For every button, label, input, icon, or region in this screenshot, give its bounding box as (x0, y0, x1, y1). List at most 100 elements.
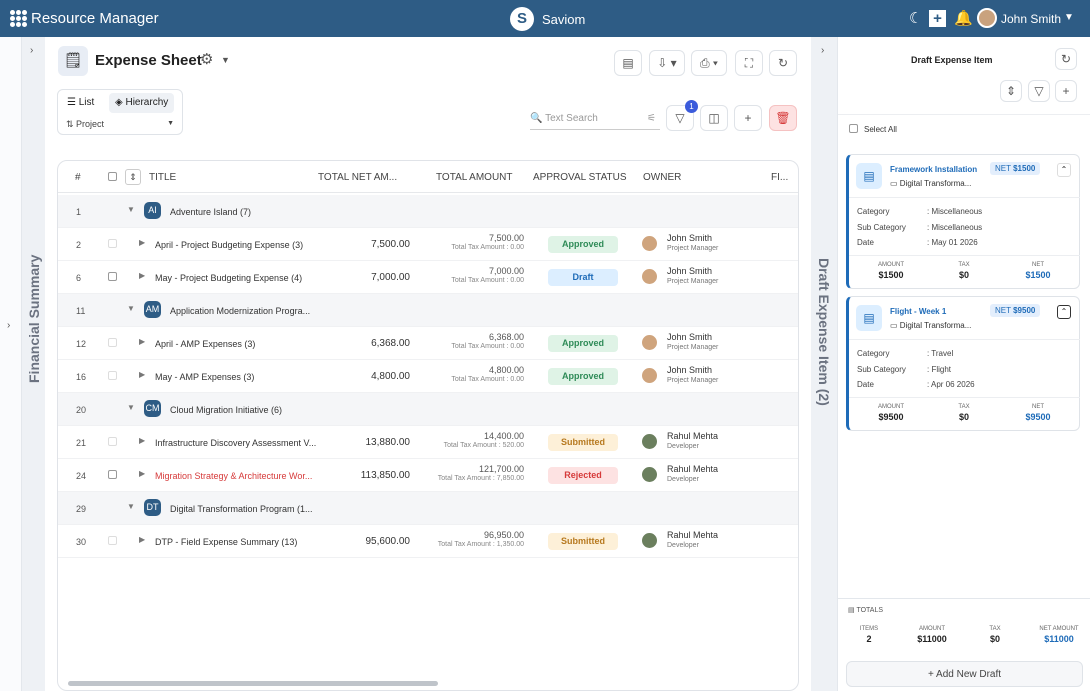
apps-grid-icon[interactable] (10, 10, 27, 27)
tab-list[interactable]: ☰ List (61, 93, 100, 113)
row-title[interactable]: April - Project Budgeting Expense (3) (155, 240, 303, 250)
horizontal-scrollbar[interactable] (68, 681, 438, 686)
row-checkbox[interactable] (108, 437, 117, 446)
financial-summary-rail[interactable]: › Financial Summary (22, 37, 45, 691)
expand-down-icon[interactable]: ▼ (127, 205, 135, 214)
select-all-checkbox[interactable] (849, 124, 858, 133)
draft-card[interactable]: ▤ Flight - Week 1 NET $9500 ⌃ ▭ Digital … (846, 296, 1080, 431)
export-button[interactable]: ⇩ ▾ (649, 50, 685, 76)
expand-right-icon[interactable]: ▶ (139, 370, 145, 379)
row-checkbox[interactable] (108, 536, 117, 545)
refresh-button[interactable]: ↻ (1055, 48, 1077, 70)
avatar[interactable] (977, 8, 997, 28)
table-row[interactable]: 30 ▶ DTP - Field Expense Summary (13) 95… (58, 525, 798, 558)
chevron-right-icon[interactable]: › (7, 320, 10, 331)
draft-item-name[interactable]: Framework Installation (890, 165, 977, 174)
row-checkbox[interactable] (108, 338, 117, 347)
list-icon: ☰ (67, 97, 79, 108)
bell-icon[interactable]: 🔔 (954, 9, 973, 27)
col-approval-status[interactable]: APPROVAL STATUS (533, 172, 627, 183)
status-badge: Approved (548, 335, 618, 352)
row-amount: 121,700.00 Total Tax Amount : 7,850.00 (437, 464, 524, 482)
pdf-button[interactable]: ▤ (614, 50, 642, 76)
expand-right-icon[interactable]: ▶ (139, 337, 145, 346)
left-collapse-rail[interactable]: › (0, 37, 22, 691)
expand-right-icon[interactable]: ▶ (139, 271, 145, 280)
gear-icon[interactable]: ⚙ (200, 50, 213, 68)
expand-right-icon[interactable]: ▶ (139, 469, 145, 478)
row-net: 7,500.00 (371, 239, 410, 250)
chevron-up-icon[interactable]: ⌃ (1057, 305, 1071, 319)
row-title[interactable]: April - AMP Expenses (3) (155, 339, 255, 349)
add-button[interactable]: + (734, 105, 762, 131)
row-checkbox[interactable] (108, 371, 117, 380)
expand-right-icon[interactable]: ▶ (139, 535, 145, 544)
table-row[interactable]: 21 ▶ Infrastructure Discovery Assessment… (58, 426, 798, 459)
table-row[interactable]: 24 ▶ Migration Strategy & Architecture W… (58, 459, 798, 492)
group-row[interactable]: 1 ▼ AI Adventure Island (7) (58, 195, 798, 228)
row-title[interactable]: May - Project Budgeting Expense (4) (155, 273, 302, 283)
chevron-right-icon[interactable]: › (30, 45, 33, 56)
col-owner[interactable]: OWNER (643, 172, 681, 183)
row-title[interactable]: May - AMP Expenses (3) (155, 372, 254, 382)
tab-hierarchy[interactable]: ◈ Hierarchy (109, 93, 175, 113)
sliders-icon[interactable]: ⚟ (647, 108, 656, 130)
filter-count-badge: 1 (685, 100, 698, 113)
row-title[interactable]: Migration Strategy & Architecture Wor... (155, 471, 312, 481)
expand-down-icon[interactable]: ▼ (127, 502, 135, 511)
row-checkbox[interactable] (108, 239, 117, 248)
owner-role: Project Manager (667, 377, 719, 384)
chevron-up-icon[interactable]: ⌃ (1057, 163, 1071, 177)
draft-expense-rail[interactable]: › Draft Expense Item (2) (811, 37, 837, 691)
filter-button[interactable]: ▽ (1028, 80, 1050, 102)
delete-button[interactable]: 🗑 (769, 105, 797, 131)
print-button[interactable]: ⎙ ▾ (691, 50, 727, 76)
table-row[interactable]: 16 ▶ May - AMP Expenses (3) 4,800.00 4,8… (58, 360, 798, 393)
select-all-checkbox[interactable] (108, 172, 117, 181)
draft-card[interactable]: ▤ Framework Installation NET $1500 ⌃ ▭ D… (846, 154, 1080, 289)
table-header: # ⇕ TITLE TOTAL NET AM... TOTAL AMOUNT A… (58, 161, 798, 193)
sort-icon[interactable]: ⇕ (125, 169, 141, 185)
table-row[interactable]: 6 ▶ May - Project Budgeting Expense (4) … (58, 261, 798, 294)
col-title[interactable]: TITLE (149, 172, 176, 183)
expand-right-icon[interactable]: ▶ (139, 436, 145, 445)
moon-icon[interactable]: ☾ (909, 9, 922, 27)
chevron-down-icon[interactable]: ▼ (1064, 12, 1074, 23)
table-row[interactable]: 2 ▶ April - Project Budgeting Expense (3… (58, 228, 798, 261)
group-row[interactable]: 29 ▼ DT Digital Transformation Program (… (58, 492, 798, 525)
add-new-draft-button[interactable]: + Add New Draft (846, 661, 1083, 687)
avatar (642, 368, 657, 383)
folder-icon: ▭ (890, 179, 900, 188)
columns-button[interactable]: ◫ (700, 105, 728, 131)
search-icon: 🔍 (530, 113, 546, 124)
search-input[interactable]: 🔍 Text Search ⚟ (530, 108, 660, 130)
col-total-net[interactable]: TOTAL NET AM... (318, 172, 397, 183)
group-row[interactable]: 20 ▼ CM Cloud Migration Initiative (6) (58, 393, 798, 426)
col-fi[interactable]: FI... (771, 172, 788, 183)
draft-item-name[interactable]: Flight - Week 1 (890, 307, 946, 316)
col-num: # (75, 172, 81, 183)
chevron-down-icon[interactable]: ▼ (221, 55, 230, 65)
expense-table: # ⇕ TITLE TOTAL NET AM... TOTAL AMOUNT A… (57, 160, 799, 691)
fullscreen-button[interactable]: ⛶ (735, 50, 763, 76)
row-title[interactable]: Infrastructure Discovery Assessment V... (155, 438, 316, 448)
add-icon[interactable]: + (929, 10, 946, 27)
add-button[interactable]: + (1055, 80, 1077, 102)
row-checkbox[interactable] (108, 272, 117, 281)
row-checkbox[interactable] (108, 470, 117, 479)
divider (849, 197, 1080, 198)
table-row[interactable]: 12 ▶ April - AMP Expenses (3) 6,368.00 6… (58, 327, 798, 360)
col-total-amount[interactable]: TOTAL AMOUNT (436, 172, 513, 183)
saviom-logo-icon: S (510, 7, 534, 31)
row-net: 13,880.00 (365, 437, 411, 448)
row-title[interactable]: DTP - Field Expense Summary (13) (155, 537, 297, 547)
expand-down-icon[interactable]: ▼ (127, 403, 135, 412)
group-by-select[interactable]: ⇅ Project ▼ (66, 119, 174, 130)
user-name[interactable]: John Smith (1001, 12, 1061, 26)
expand-right-icon[interactable]: ▶ (139, 238, 145, 247)
chevron-right-icon[interactable]: › (821, 45, 824, 56)
expand-down-icon[interactable]: ▼ (127, 304, 135, 313)
sort-button[interactable]: ⇕ (1000, 80, 1022, 102)
group-row[interactable]: 11 ▼ AM Application Modernization Progra… (58, 294, 798, 327)
refresh-button[interactable]: ↻ (769, 50, 797, 76)
